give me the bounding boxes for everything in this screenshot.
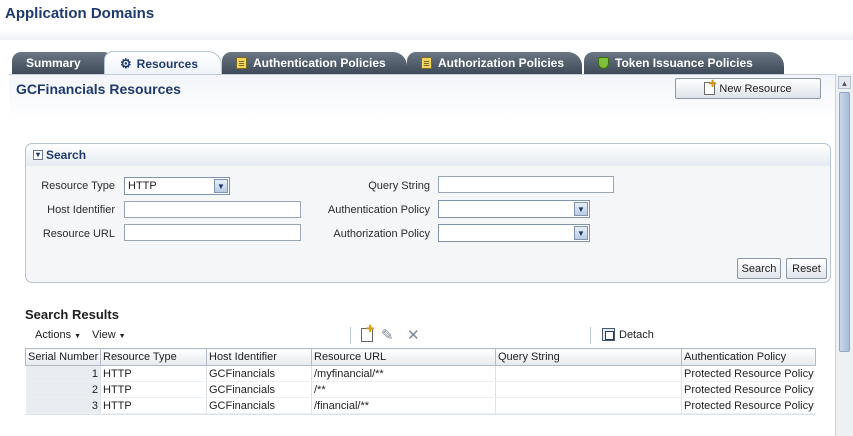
resource-type-select[interactable]: HTTP ▼ [124,177,230,195]
column-header-host-identifier[interactable]: Host Identifier [206,348,312,366]
column-header-query-string[interactable]: Query String [495,348,682,366]
tab-authorization-policies[interactable]: Authorization Policies [407,52,582,74]
search-panel-header [26,144,830,166]
tab-authorization-policies-label: Authorization Policies [438,56,565,70]
detach-icon[interactable] [602,328,615,341]
view-menu-label: View [92,329,116,341]
tab-token-issuance-policies[interactable]: Token Issuance Policies [584,52,784,74]
header-divider [0,30,853,40]
search-button[interactable]: Search [737,258,781,279]
delete-x-icon[interactable]: ✕ [407,326,420,344]
tab-authentication-policies-label: Authentication Policies [253,56,386,70]
actions-menu-label: Actions [35,329,72,341]
tab-resources[interactable]: ⚙ Resources [104,51,222,75]
column-header-resource-url[interactable]: Resource URL [311,348,496,366]
table-row[interactable]: 2 HTTP GCFinancials /** Protected Resour… [25,381,816,398]
resource-type-cell: HTTP [100,365,207,382]
serial-cell: 2 [25,381,101,398]
search-results-title: Search Results [25,307,119,322]
toolbar-divider [350,327,351,344]
query-string-label: Query String [368,180,430,192]
page-title: Application Domains [5,5,155,22]
shield-check-icon [598,57,609,69]
resource-type-label: Resource Type [41,180,115,192]
gear-icon: ⚙ [120,55,132,71]
vertical-scrollbar[interactable]: ▲ [835,74,853,436]
host-identifier-cell: GCFinancials [206,381,312,398]
policy-doc-icon [236,57,247,69]
authentication-policy-label: Authentication Policy [327,204,430,216]
scroll-up-icon[interactable]: ▲ [838,76,851,89]
edit-pencil-icon[interactable]: ✎ [381,326,394,344]
results-table: Serial Number Resource Type Host Identif… [25,348,816,414]
query-string-input[interactable] [438,176,614,193]
column-header-resource-type[interactable]: Resource Type [100,348,207,366]
host-identifier-cell: GCFinancials [206,397,312,414]
caret-down-icon: ▼ [74,333,82,340]
view-menu[interactable]: View ▼ [92,329,126,341]
policy-doc-icon [421,57,432,69]
chevron-down-icon: ▼ [574,226,588,240]
table-header-row: Serial Number Resource Type Host Identif… [25,348,816,366]
resource-type-cell: HTTP [100,381,207,398]
authorization-policy-select[interactable]: ▼ [438,224,590,242]
resource-url-cell: /financial/** [311,397,496,414]
new-resource-label: New Resource [719,82,792,95]
detach-button[interactable]: Detach [619,329,654,341]
resource-url-cell: /myfinancial/** [311,365,496,382]
toolbar-divider [590,327,591,344]
tab-bar: Summary ⚙ Resources Authentication Polic… [12,51,827,75]
resource-url-input[interactable] [124,224,301,241]
host-identifier-input[interactable] [124,201,301,218]
chevron-down-icon: ▼ [574,202,588,216]
tab-token-issuance-policies-label: Token Issuance Policies [615,56,753,70]
caret-down-icon: ▼ [118,333,126,340]
authentication-policy-cell: Protected Resource Policy [681,365,816,382]
collapse-icon: ▾ [33,150,43,160]
new-resource-button[interactable]: New Resource [675,78,821,99]
table-empty-area [25,414,815,436]
resource-url-cell: /** [311,381,496,398]
serial-cell: 1 [25,365,101,382]
column-header-authentication-policy[interactable]: Authentication Policy [681,348,816,366]
new-document-icon [704,79,717,95]
reset-button[interactable]: Reset [786,258,827,279]
column-header-serial-number[interactable]: Serial Number [25,348,101,366]
search-toggle[interactable]: ▾ Search [33,148,86,162]
query-string-cell [495,381,682,398]
table-row[interactable]: 1 HTTP GCFinancials /myfinancial/** Prot… [25,365,816,382]
results-toolbar: Actions▼ View▼ ✎ ✕ Detach [25,324,815,347]
tab-resources-label: Resources [136,56,199,71]
tab-summary[interactable]: Summary [12,52,117,74]
resource-type-cell: HTTP [100,397,207,414]
authentication-policy-cell: Protected Resource Policy [681,381,816,398]
search-title: Search [46,148,87,162]
query-string-cell [495,365,682,382]
authorization-policy-label: Authorization Policy [333,228,430,240]
authentication-policy-cell: Protected Resource Policy [681,397,816,414]
actions-menu[interactable]: Actions ▼ [35,329,81,341]
query-string-cell [495,397,682,414]
add-row-icon[interactable] [361,324,374,342]
serial-cell: 3 [25,397,101,414]
host-identifier-cell: GCFinancials [206,365,312,382]
authentication-policy-select[interactable]: ▼ [438,200,590,218]
tab-summary-label: Summary [26,56,81,70]
scroll-thumb[interactable] [839,92,850,352]
host-identifier-label: Host Identifier [47,204,115,216]
table-row[interactable]: 3 HTTP GCFinancials /financial/** Protec… [25,397,816,414]
resources-heading: GCFinancials Resources [16,81,181,97]
resource-type-value: HTTP [128,180,157,192]
tab-authentication-policies[interactable]: Authentication Policies [222,52,407,74]
resource-url-label: Resource URL [42,228,115,240]
chevron-down-icon: ▼ [214,179,228,193]
